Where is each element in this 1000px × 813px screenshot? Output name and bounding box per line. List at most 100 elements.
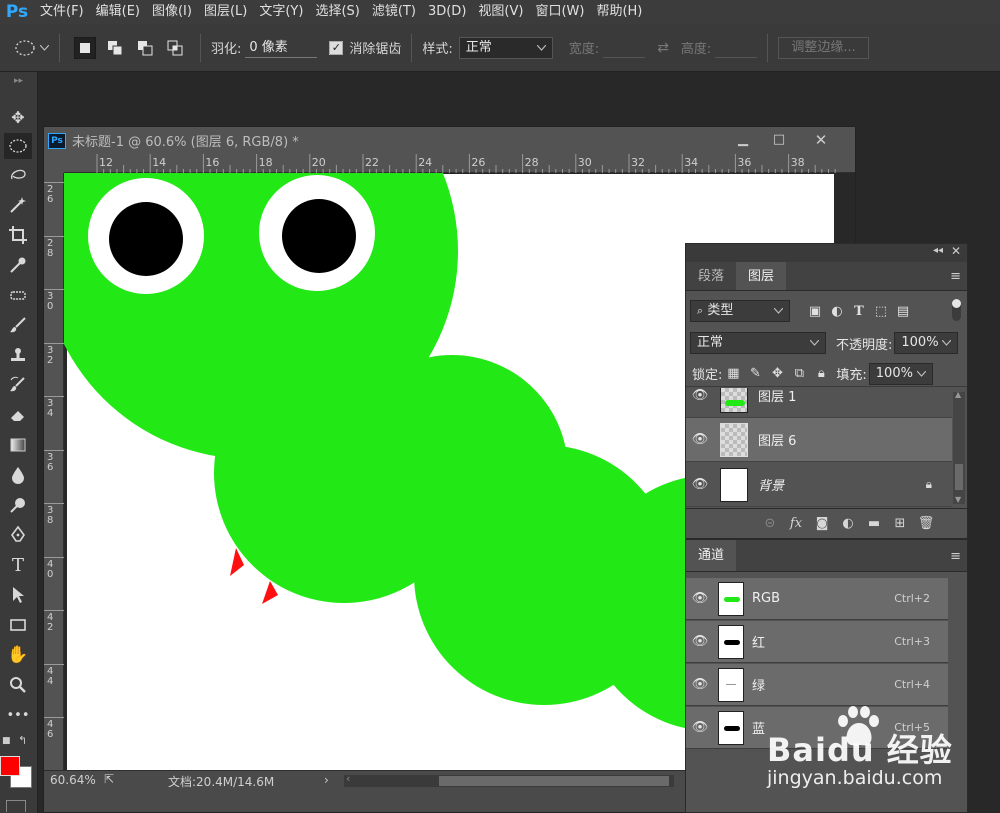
close-icon[interactable]: ✕ — [808, 131, 834, 149]
subtract-selection-icon[interactable] — [134, 37, 156, 59]
menu-view[interactable]: 视图(V) — [472, 0, 529, 24]
layer-row[interactable]: 👁︎ 背景 🔒︎ — [686, 463, 952, 507]
move-tool-icon[interactable]: ✥ — [4, 104, 32, 130]
filter-toggle[interactable] — [952, 299, 961, 321]
hand-tool-icon[interactable]: ✋ — [4, 642, 32, 668]
visibility-eye-icon[interactable]: 👁︎ — [686, 477, 714, 492]
menu-help[interactable]: 帮助(H) — [590, 0, 648, 24]
menu-select[interactable]: 选择(S) — [309, 0, 365, 24]
channel-row[interactable]: 👁︎ RGB Ctrl+2 — [686, 578, 948, 620]
height-input[interactable] — [715, 38, 758, 58]
menu-file[interactable]: 文件(F) — [34, 0, 90, 24]
new-selection-icon[interactable] — [74, 36, 96, 59]
document-size-info[interactable]: 文档:20.4M/14.6M — [168, 773, 274, 790]
visibility-eye-icon[interactable]: 👁︎ — [686, 677, 714, 692]
eraser-tool-icon[interactable] — [4, 402, 32, 428]
lock-pixels-icon[interactable]: ✎ — [744, 366, 766, 381]
maximize-icon[interactable]: □ — [766, 131, 792, 149]
brush-tool-icon[interactable] — [4, 312, 32, 338]
type-tool-icon[interactable]: T — [4, 552, 32, 578]
new-layer-icon[interactable]: ⊞ — [887, 516, 913, 531]
menu-3d[interactable]: 3D(D) — [422, 0, 472, 24]
add-selection-icon[interactable] — [104, 37, 126, 59]
scrollbar-thumb[interactable] — [955, 464, 963, 490]
menu-window[interactable]: 窗口(W) — [529, 0, 590, 24]
visibility-eye-icon[interactable]: 👁︎ — [686, 388, 714, 403]
adjustment-layer-icon[interactable]: ◐ — [835, 516, 861, 531]
blur-tool-icon[interactable] — [4, 462, 32, 488]
layer-name[interactable]: 背景 — [758, 475, 784, 494]
opacity-input[interactable]: 100% — [894, 332, 959, 354]
history-brush-tool-icon[interactable] — [4, 372, 32, 398]
antialias-checkbox[interactable]: ✓ — [329, 40, 344, 55]
lasso-tool-icon[interactable] — [4, 162, 32, 188]
more-tools-icon[interactable]: ••• — [4, 702, 32, 728]
visibility-eye-icon[interactable]: 👁︎ — [686, 720, 714, 735]
collapse-icon[interactable]: ▸▸ — [14, 76, 23, 86]
fill-input[interactable]: 100% — [868, 362, 933, 385]
visibility-eye-icon[interactable]: 👁︎ — [686, 591, 714, 606]
lock-artboard-icon[interactable]: ⧉ — [788, 366, 810, 381]
pen-tool-icon[interactable] — [4, 522, 32, 548]
filter-pixel-icon[interactable]: ▣ — [804, 304, 826, 319]
horizontal-scrollbar[interactable]: ‹ — [344, 772, 674, 787]
channel-row[interactable]: 👁︎ 红 Ctrl+3 — [686, 621, 948, 663]
scroll-up-icon[interactable]: ▲ — [955, 390, 961, 399]
filter-adjustment-icon[interactable]: ◐ — [826, 304, 848, 319]
panel-menu-icon[interactable]: ≡ — [950, 269, 961, 284]
panel-menu-icon[interactable]: ≡ — [950, 549, 961, 564]
foreground-color-swatch[interactable] — [0, 756, 20, 776]
refine-edge-button[interactable]: 调整边缘... — [778, 36, 869, 59]
ellipse-marquee-tool-icon[interactable] — [4, 133, 32, 159]
delete-layer-icon[interactable]: 🗑︎ — [913, 516, 939, 531]
eyedropper-tool-icon[interactable] — [4, 252, 32, 278]
tab-channels[interactable]: 通道 — [686, 540, 737, 571]
lock-all-icon[interactable]: 🔒︎ — [810, 366, 832, 381]
layer-row[interactable]: 👁︎ 图层 6 — [686, 418, 952, 462]
healing-brush-tool-icon[interactable] — [4, 282, 32, 308]
layer-row[interactable]: 👁︎ 图层 1 — [686, 388, 952, 418]
channel-row[interactable]: 👁︎ 绿 Ctrl+4 — [686, 664, 948, 706]
tab-layers[interactable]: 图层 — [736, 262, 787, 290]
scroll-down-icon[interactable]: ▼ — [955, 495, 961, 504]
status-expand-icon[interactable]: › — [324, 773, 329, 787]
rectangle-tool-icon[interactable] — [4, 612, 32, 638]
gradient-tool-icon[interactable] — [4, 432, 32, 458]
layers-scrollbar[interactable]: ▲ ▼ — [953, 390, 965, 504]
share-icon[interactable]: ⇱ — [104, 772, 114, 786]
layer-name[interactable]: 图层 1 — [758, 388, 796, 405]
stamp-tool-icon[interactable] — [4, 342, 32, 368]
zoom-level[interactable]: 60.64% — [50, 773, 96, 787]
swap-colors-icon[interactable]: ↰ — [18, 734, 27, 747]
crop-tool-icon[interactable] — [4, 222, 32, 248]
menu-layer[interactable]: 图层(L) — [198, 0, 253, 24]
path-selection-tool-icon[interactable] — [4, 582, 32, 608]
filter-type-icon[interactable]: T — [848, 304, 870, 319]
link-layers-icon[interactable]: ⊝ — [757, 516, 783, 531]
intersect-selection-icon[interactable] — [164, 37, 186, 59]
document-tab[interactable]: Ps 未标题-1 @ 60.6% (图层 6, RGB/8) * ▁ □ ✕ — [44, 127, 855, 154]
dodge-tool-icon[interactable] — [4, 492, 32, 518]
collapse-panels-icon[interactable]: ◂◂ — [933, 245, 943, 256]
panel-close-icon[interactable]: ✕ — [951, 244, 961, 258]
visibility-eye-icon[interactable]: 👁︎ — [686, 432, 714, 447]
feather-input[interactable]: 0 像素 — [245, 38, 318, 58]
menu-edit[interactable]: 编辑(E) — [90, 0, 146, 24]
new-group-icon[interactable]: ▬ — [861, 516, 887, 531]
menu-filter[interactable]: 滤镜(T) — [366, 0, 422, 24]
layer-name[interactable]: 图层 6 — [758, 430, 796, 449]
magic-wand-tool-icon[interactable] — [4, 192, 32, 218]
default-colors-icon[interactable]: ■ — [2, 736, 11, 746]
lock-position-icon[interactable]: ✥ — [766, 366, 788, 381]
style-select[interactable]: 正常 — [458, 36, 553, 59]
fx-icon[interactable]: fx — [783, 516, 809, 531]
swap-icon[interactable]: ⇄ — [657, 40, 669, 56]
add-mask-icon[interactable]: ◙ — [809, 516, 835, 531]
visibility-eye-icon[interactable]: 👁︎ — [686, 634, 714, 649]
menu-image[interactable]: 图像(I) — [146, 0, 198, 24]
quick-mask-icon[interactable] — [6, 800, 26, 812]
zoom-tool-icon[interactable] — [4, 672, 32, 698]
minimize-icon[interactable]: ▁ — [730, 131, 756, 149]
filter-smart-object-icon[interactable]: ▤ — [892, 304, 914, 319]
lock-transparent-icon[interactable]: ▦ — [722, 366, 744, 381]
